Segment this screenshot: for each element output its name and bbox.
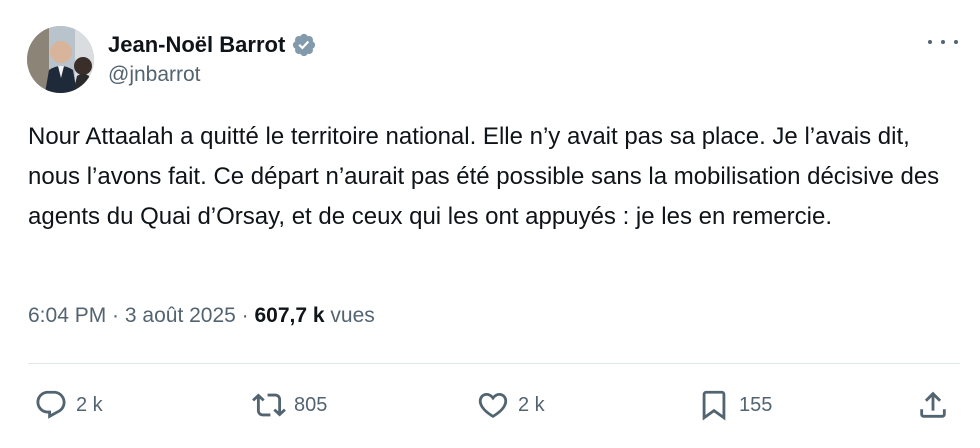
bookmark-count: 155 xyxy=(739,393,773,416)
views-count: 607,7 k xyxy=(254,304,325,327)
tweet-meta: 6:04 PM · 3 août 2025 · 607,7 k vues xyxy=(28,304,375,328)
avatar-photo-icon xyxy=(27,26,94,93)
avatar[interactable] xyxy=(27,26,94,93)
tweet-text: Nour Attaalah a quitté le territoire nat… xyxy=(28,123,940,230)
views-label: vues xyxy=(324,304,375,327)
action-bar: 2 k 805 2 k 155 xyxy=(0,380,980,430)
retweet-icon xyxy=(252,393,286,417)
bookmark-button[interactable]: 155 xyxy=(697,380,772,430)
author-name-row[interactable]: Jean-Noël Barrot xyxy=(108,30,317,60)
bookmark-icon xyxy=(702,390,726,421)
heart-icon xyxy=(478,392,508,418)
tweet-date[interactable]: 3 août 2025 xyxy=(125,304,236,328)
divider xyxy=(28,363,960,364)
author-display-name[interactable]: Jean-Noël Barrot xyxy=(108,32,285,58)
tweet-card: Jean-Noël Barrot @jnbarrot Nour Attaalah… xyxy=(0,0,980,448)
reply-icon xyxy=(36,390,66,419)
like-button[interactable]: 2 k xyxy=(476,380,545,430)
meta-separator: · xyxy=(106,304,125,327)
like-count: 2 k xyxy=(518,393,545,416)
retweet-count: 805 xyxy=(294,393,328,416)
share-icon xyxy=(920,391,946,418)
reply-count: 2 k xyxy=(76,393,103,416)
share-button[interactable] xyxy=(916,380,950,430)
reply-button[interactable]: 2 k xyxy=(34,380,103,430)
meta-separator: · xyxy=(235,304,255,327)
tweet-time[interactable]: 6:04 PM xyxy=(28,304,106,328)
verified-badge-icon[interactable] xyxy=(291,32,317,58)
author-handle[interactable]: @jnbarrot xyxy=(108,63,201,87)
retweet-button[interactable]: 805 xyxy=(252,380,327,430)
more-options-icon[interactable] xyxy=(928,32,958,52)
